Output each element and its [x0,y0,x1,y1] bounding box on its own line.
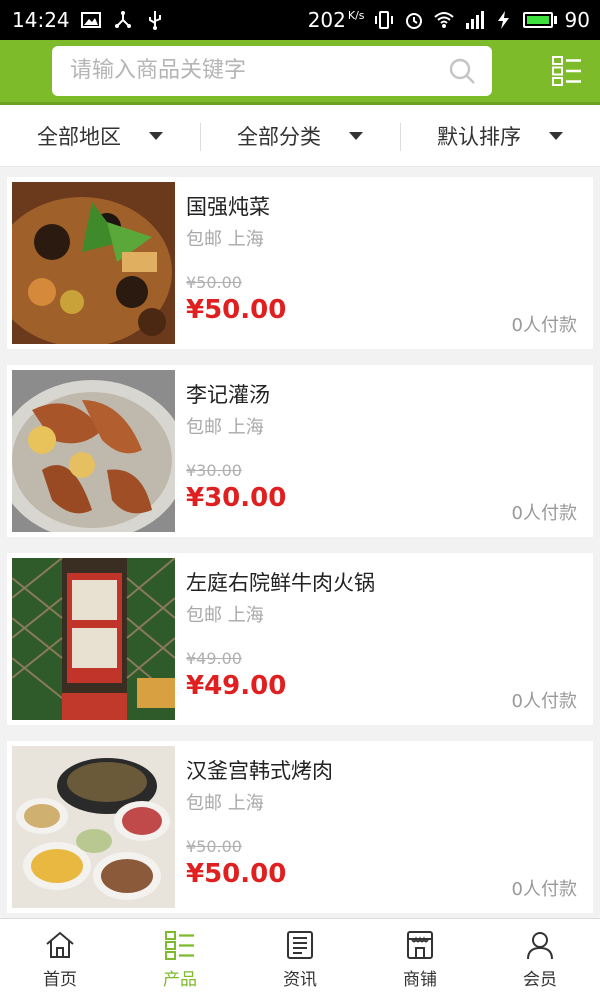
battery-level: 90 [564,8,590,32]
nav-home[interactable]: 首页 [0,919,120,1000]
filter-category[interactable]: 全部分类 [200,105,400,166]
product-price: ¥50.00 [186,295,287,325]
product-image [12,558,175,720]
product-name: 左庭右院鲜牛肉火锅 [186,571,375,595]
product-paid-count: 0人付款 [511,503,577,524]
nav-member[interactable]: 会员 [480,919,600,1000]
search-icon[interactable] [448,57,476,85]
product-price: ¥50.00 [186,859,287,889]
product-name: 国强炖菜 [186,195,270,219]
product-original-price: ¥49.00 [186,649,242,668]
search-input[interactable]: 请输入商品关键字 [52,46,492,96]
signal-icon [465,11,484,29]
filter-category-label: 全部分类 [237,124,321,149]
nav-products[interactable]: 产品 [120,919,240,1000]
product-image [12,182,175,344]
product-card[interactable]: 国强炖菜 包邮 上海 ¥50.00 ¥50.00 0人付款 [7,177,593,349]
chevron-down-icon [349,131,363,140]
filter-sort[interactable]: 默认排序 [400,105,600,166]
category-menu-icon[interactable] [552,56,582,86]
header: 请输入商品关键字 [0,40,600,102]
product-paid-count: 0人付款 [511,879,577,900]
product-shipping: 包邮 上海 [186,793,264,814]
product-name: 汉釜宫韩式烤肉 [186,759,333,783]
nav-member-label: 会员 [523,970,557,990]
product-shipping: 包邮 上海 [186,417,264,438]
network-speed-unit: K/s [347,9,365,23]
nav-products-label: 产品 [163,970,197,990]
filter-region[interactable]: 全部地区 [0,105,200,166]
news-icon [287,931,313,959]
product-card[interactable]: 李记灌汤 包邮 上海 ¥30.00 ¥30.00 0人付款 [7,365,593,537]
product-price: ¥49.00 [186,671,287,701]
image-icon [80,12,101,28]
product-paid-count: 0人付款 [511,691,577,712]
product-shipping: 包邮 上海 [186,229,264,250]
shop-icon [407,931,433,959]
nav-home-label: 首页 [43,970,77,990]
usb-icon [148,11,161,30]
bottom-nav: 首页 产品 资讯 商铺 会员 [0,918,600,1000]
product-card[interactable]: 汉釜宫韩式烤肉 包邮 上海 ¥50.00 ¥50.00 0人付款 [7,741,593,913]
battery-icon [522,12,557,28]
grid-list-icon [165,931,194,960]
status-bar: 14:24 202 K/s 90 [0,0,600,40]
status-time: 14:24 [12,8,70,32]
product-paid-count: 0人付款 [511,315,577,336]
filter-bar: 全部地区 全部分类 默认排序 [0,105,600,167]
product-image [12,370,175,532]
nav-shop[interactable]: 商铺 [360,919,480,1000]
chevron-down-icon [549,131,563,140]
product-original-price: ¥50.00 [186,837,242,856]
network-speed: 202 K/s [307,8,365,32]
wifi-icon [433,12,454,28]
product-name: 李记灌汤 [186,383,270,407]
nav-news-label: 资讯 [283,970,317,990]
filter-sort-label: 默认排序 [437,124,521,149]
product-card[interactable]: 左庭右院鲜牛肉火锅 包邮 上海 ¥49.00 ¥49.00 0人付款 [7,553,593,725]
user-icon [527,932,553,960]
product-image [12,746,175,908]
product-price: ¥30.00 [186,483,287,513]
charging-icon [497,11,509,29]
nav-news[interactable]: 资讯 [240,919,360,1000]
product-original-price: ¥50.00 [186,273,242,292]
nav-shop-label: 商铺 [403,970,437,990]
filter-region-label: 全部地区 [37,124,121,149]
product-shipping: 包邮 上海 [186,605,264,626]
product-original-price: ¥30.00 [186,461,242,480]
search-placeholder: 请输入商品关键字 [70,58,247,83]
vibrate-icon [374,11,393,29]
alarm-icon [405,13,422,29]
chevron-down-icon [149,131,163,140]
home-icon [46,931,74,958]
share-icon [114,11,131,28]
